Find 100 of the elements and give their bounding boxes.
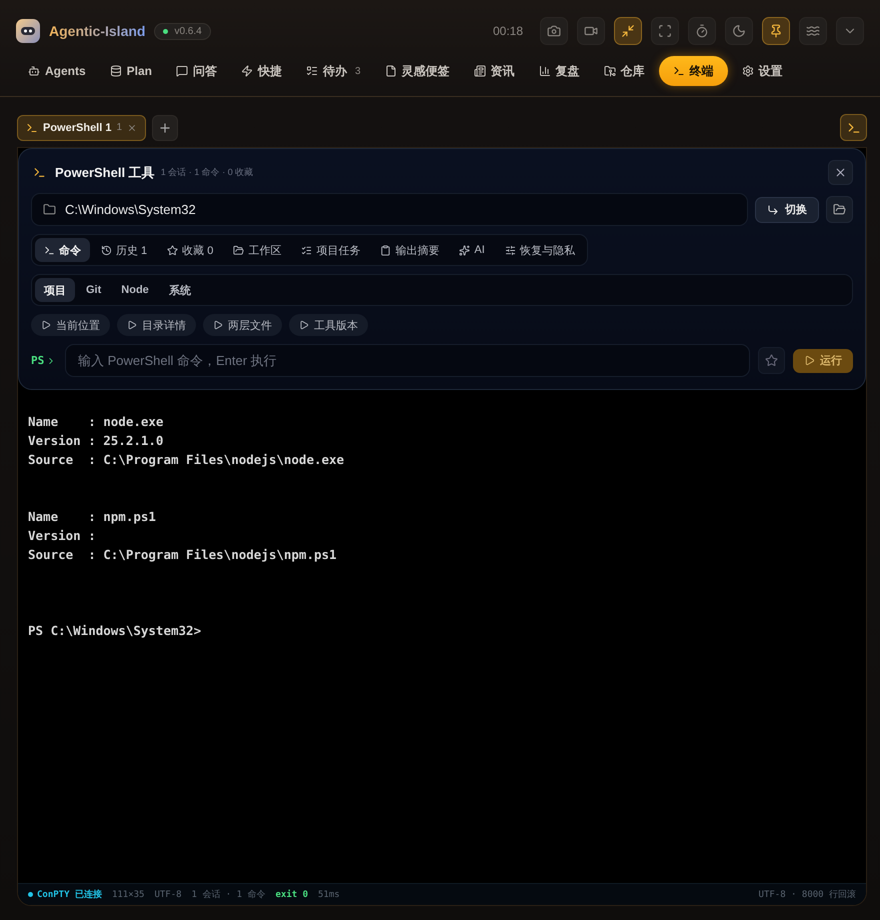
nav-tab[interactable]: 灵感便签 [374, 56, 460, 86]
terminal-size: 111×35 [112, 890, 144, 900]
shrink-arrows-icon [621, 24, 635, 38]
path-field[interactable]: C:\Windows\System32 [31, 193, 748, 226]
star-icon [167, 244, 178, 256]
version-badge: v0.6.4 [154, 22, 211, 40]
encoding-text: UTF-8 [154, 890, 182, 900]
corner-arrow-icon [767, 204, 779, 216]
folder-icon [833, 203, 846, 216]
history-icon [101, 244, 112, 256]
play-icon [127, 320, 137, 330]
tool-tab[interactable]: 恢复与隐私 [496, 238, 584, 262]
panel-summary: 1 会话 · 1 命令 · 0 收藏 [160, 166, 254, 179]
session-count: 1 会话 · 1 命令 [192, 888, 266, 901]
waves-icon [806, 24, 820, 38]
terminal-line: Source : C:\Program Files\nodejs\npm.ps1 [28, 546, 338, 564]
nav-tab[interactable]: 快捷 [231, 56, 292, 86]
checklist-icon [306, 65, 318, 77]
play-icon [804, 355, 815, 366]
duration-text: 51ms [318, 890, 340, 900]
sparkles-icon [459, 244, 470, 256]
tool-tab[interactable]: 工作区 [224, 238, 290, 262]
bar-chart-icon [538, 65, 551, 77]
exit-code: exit 0 [275, 890, 308, 900]
tool-tab[interactable]: 收藏 0 [158, 238, 222, 262]
nav-tab[interactable]: Plan [100, 56, 162, 86]
toolbar-button[interactable] [799, 17, 827, 45]
terminal-icon [33, 166, 46, 179]
nav-tab[interactable]: 问答 [166, 56, 228, 86]
category-tab[interactable]: 系统 [160, 278, 200, 302]
folder-icon [604, 65, 616, 77]
open-folder-button[interactable] [826, 196, 853, 223]
tool-tab[interactable]: AI [450, 238, 494, 262]
switch-button[interactable]: 切换 [755, 196, 819, 222]
folder-icon [43, 203, 56, 216]
close-icon [834, 166, 847, 179]
app-name: Agentic-Island [49, 23, 146, 39]
quick-command-button[interactable]: 工具版本 [289, 314, 368, 336]
terminal-line: Name : npm.ps1 [28, 508, 157, 526]
terminal-icon [672, 65, 685, 77]
close-icon[interactable] [127, 122, 138, 132]
play-icon [299, 320, 309, 330]
tool-tab[interactable]: 输出摘要 [371, 238, 448, 262]
session-tab[interactable]: PowerShell 1 1 [17, 114, 146, 140]
category-tab[interactable]: 项目 [35, 278, 75, 302]
scrollback-info: UTF-8 · 8000 行回滚 [758, 888, 856, 901]
run-button[interactable]: 运行 [793, 348, 853, 372]
star-icon [765, 354, 778, 367]
clipboard-icon [380, 244, 392, 256]
command-input[interactable]: 输入 PowerShell 命令，Enter 执行 [65, 344, 750, 377]
sliders-icon [504, 244, 516, 256]
quick-command-button[interactable]: 两层文件 [203, 314, 282, 336]
terminal-line: PS C:\Windows\System32> [28, 622, 202, 640]
chat-bubble-icon [176, 65, 188, 77]
play-icon [213, 320, 223, 330]
camera-icon [547, 24, 561, 38]
newspaper-icon [474, 65, 486, 77]
nav-tab[interactable]: Agents [18, 56, 96, 86]
plus-icon [158, 120, 172, 134]
video-camera-icon [584, 24, 598, 38]
nav-tab[interactable]: 终端 [658, 56, 728, 86]
close-button[interactable] [828, 160, 853, 185]
quick-command-button[interactable]: 当前位置 [31, 314, 110, 336]
play-icon [41, 320, 51, 330]
add-session-button[interactable] [152, 114, 178, 140]
toolbar-button[interactable] [688, 17, 716, 45]
nav-tab[interactable]: 资讯 [464, 56, 525, 86]
connection-status: ConPTY 已连接 [28, 888, 102, 901]
nav-tab[interactable]: 待办 3 [296, 56, 371, 86]
favorite-button[interactable] [758, 347, 785, 374]
timer-text: 00:18 [492, 24, 523, 38]
toolbar-button[interactable] [614, 17, 642, 45]
stack-icon [110, 65, 122, 77]
tool-tab[interactable]: 项目任务 [292, 238, 370, 262]
toolbar-button[interactable] [540, 17, 568, 45]
nav-tab[interactable]: 仓库 [594, 56, 655, 86]
settings-icon [742, 65, 754, 77]
lightning-icon [241, 65, 254, 77]
toolbar-button[interactable] [762, 17, 790, 45]
app-logo [16, 19, 40, 43]
panel-title: PowerShell 工具 [55, 164, 155, 182]
prompt-label: PS [31, 354, 57, 367]
quick-command-button[interactable]: 目录详情 [117, 314, 196, 336]
terminal-icon [846, 120, 860, 134]
category-tab[interactable]: Node [112, 278, 158, 302]
nav-tab[interactable]: 复盘 [528, 56, 590, 86]
checklist-icon [301, 244, 312, 256]
fullscreen-icon [658, 24, 672, 38]
terminal-icon [26, 122, 38, 134]
terminal-icon [44, 244, 55, 256]
terminal-line: Name : node.exe [28, 413, 164, 431]
robot-icon [28, 65, 40, 77]
terminal-button[interactable] [840, 114, 867, 141]
nav-tab[interactable]: 设置 [732, 56, 793, 86]
toolbar-button[interactable] [725, 17, 753, 45]
category-tab[interactable]: Git [77, 278, 110, 302]
tool-tab[interactable]: 命令 [35, 238, 90, 262]
tool-tab[interactable]: 历史 1 [92, 238, 156, 262]
stopwatch-icon [695, 24, 709, 38]
toolbar-button[interactable] [577, 17, 605, 45]
